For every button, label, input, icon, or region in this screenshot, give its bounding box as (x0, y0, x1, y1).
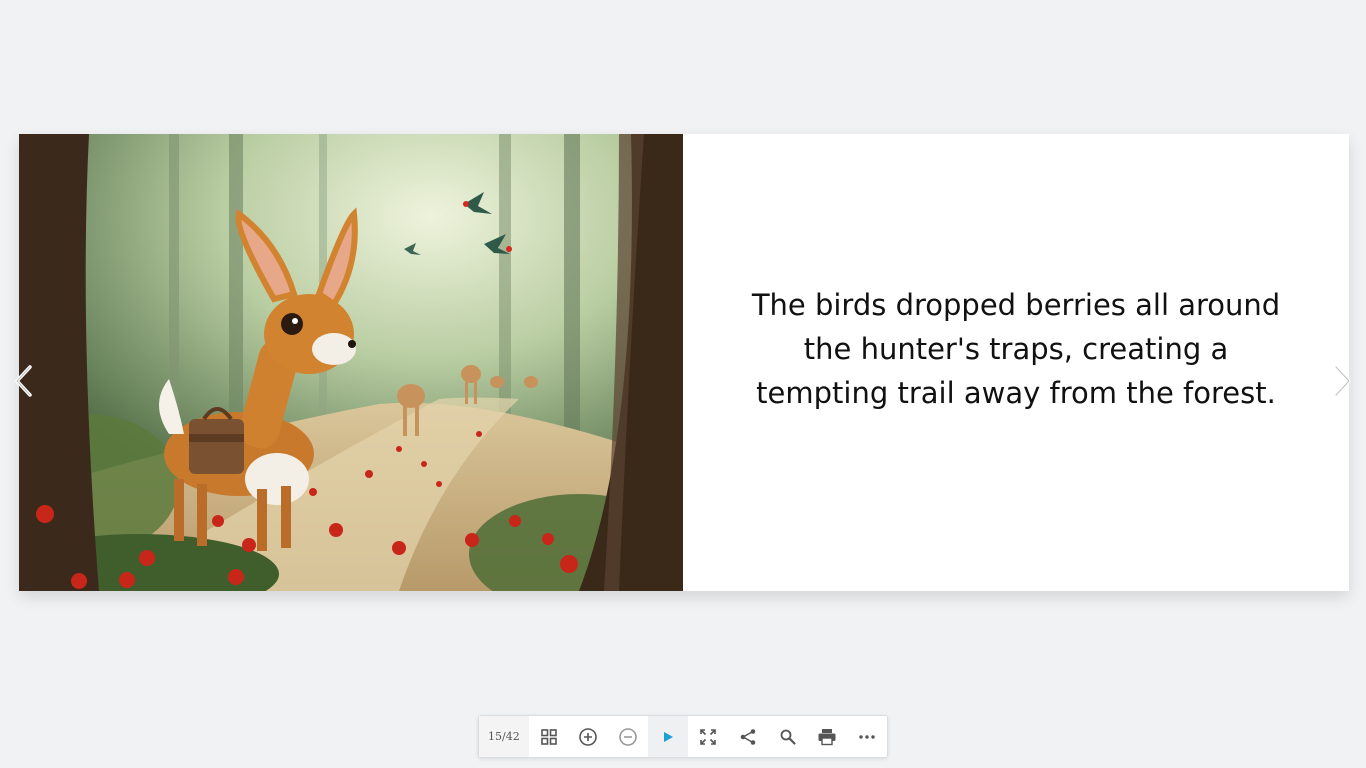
flipbook-viewer: The birds dropped berries all around the… (0, 0, 1366, 768)
book-spread: The birds dropped berries all around the… (19, 134, 1349, 591)
fullscreen-button[interactable] (688, 716, 728, 757)
page-text-panel: The birds dropped berries all around the… (683, 134, 1349, 591)
zoom-in-button[interactable] (569, 716, 609, 757)
page-counter: 15/42 (479, 716, 529, 757)
printer-icon (818, 728, 836, 745)
fawn-forest-illustration (19, 134, 683, 591)
minus-circle-icon (619, 727, 638, 746)
print-button[interactable] (807, 716, 847, 757)
search-button[interactable] (768, 716, 808, 757)
plus-circle-icon (579, 727, 598, 746)
page-text: The birds dropped berries all around the… (751, 287, 1281, 410)
share-icon (740, 728, 756, 745)
chevron-left-icon (15, 365, 32, 397)
next-page-button[interactable] (1328, 363, 1358, 399)
more-options-button[interactable] (847, 716, 887, 757)
search-icon (780, 729, 796, 745)
zoom-out-button[interactable] (608, 716, 648, 757)
autoplay-button[interactable] (648, 716, 688, 757)
more-horizontal-icon (859, 734, 875, 739)
chevron-right-icon (1334, 365, 1351, 397)
play-icon (664, 731, 674, 742)
share-button[interactable] (728, 716, 768, 757)
grid-icon (540, 728, 557, 745)
page-illustration (19, 134, 683, 591)
previous-page-button[interactable] (8, 363, 38, 399)
thumbnails-button[interactable] (529, 716, 569, 757)
fullscreen-icon (700, 728, 716, 745)
viewer-toolbar: 15/42 (478, 715, 888, 758)
